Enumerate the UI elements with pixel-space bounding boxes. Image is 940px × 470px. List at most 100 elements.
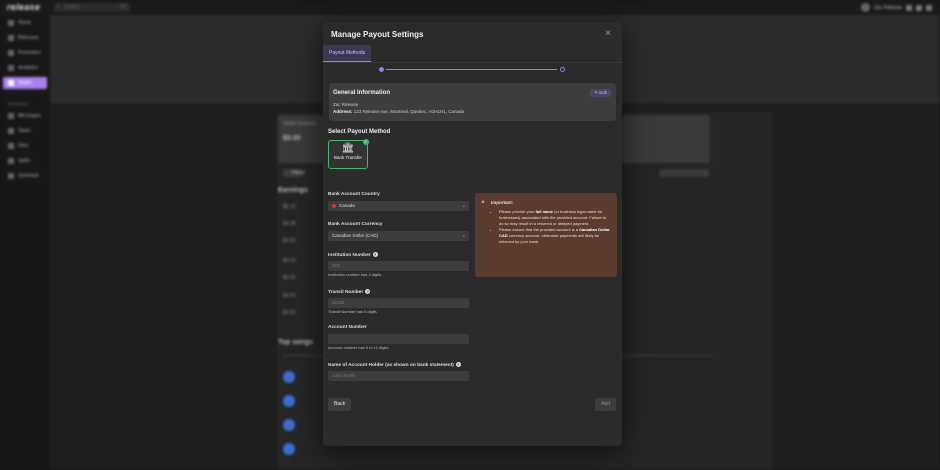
search-placeholder: Search	[64, 4, 80, 10]
sidebar-item-tasks[interactable]: Tasks	[3, 125, 47, 137]
sidebar-item-files[interactable]: Files	[3, 140, 47, 152]
bank-country-select[interactable]: Canada ⌄	[328, 201, 469, 211]
chevron-down-icon: ⌄	[461, 233, 466, 239]
folder-icon	[8, 143, 14, 149]
sidebar-item-releases[interactable]: Releases	[3, 32, 47, 44]
search-input[interactable]: ⌕ Search ⌘K	[54, 3, 130, 12]
transit-number-label: Transit Number?	[328, 289, 371, 295]
notice-text: Please ensure that the provided account …	[499, 227, 580, 232]
list-item[interactable]	[283, 370, 323, 384]
balance-label: Wallet Balance	[283, 121, 317, 127]
account-holder-input[interactable]	[328, 371, 469, 381]
song-cover	[283, 419, 295, 431]
settings-icon[interactable]	[926, 4, 932, 11]
bell-icon[interactable]	[906, 4, 912, 11]
bank-transfer-option[interactable]: 🏛 Bank Transfer ✓	[328, 139, 369, 169]
payout-settings-modal: Manage Payout Settings × Payout Methods …	[323, 22, 622, 446]
selected-check-icon: ✓	[363, 139, 369, 145]
user-name: Zac Release	[873, 4, 902, 11]
sidebar-item-promotion[interactable]: Promotion	[3, 47, 47, 59]
sidebar-item-label: Wallet	[18, 80, 32, 86]
side-card	[622, 115, 710, 163]
help-icon[interactable]: ?	[455, 362, 461, 367]
bank-country-value: Canada	[339, 203, 355, 208]
institution-number-input[interactable]	[328, 261, 469, 271]
sidebar-item-schedule[interactable]: Schedule	[3, 170, 47, 182]
song-cover	[283, 443, 295, 455]
notice-emphasis: full name	[535, 209, 554, 214]
y-tick: $0.02	[283, 275, 296, 281]
check-icon	[8, 128, 14, 134]
transit-number-input[interactable]	[328, 298, 469, 308]
institution-number-hint: Institution number has 3 digits	[328, 272, 382, 277]
app-logo: release	[7, 2, 41, 12]
add-button[interactable]: Add	[595, 398, 616, 411]
account-number-input[interactable]	[328, 334, 469, 344]
song-cover	[283, 395, 295, 407]
megaphone-icon	[8, 50, 14, 56]
y-tick: $0.04	[283, 258, 296, 264]
y-tick: $0.10	[283, 204, 296, 210]
sidebar-item-label: Analytics	[18, 65, 39, 71]
y-tick: $0.00	[283, 293, 296, 299]
sidebar-item-label: Schedule	[18, 173, 39, 179]
search-shortcut: ⌘K	[119, 4, 128, 10]
institution-number-label: Institution Number?	[328, 252, 378, 258]
filter-button[interactable]: Filters	[283, 169, 305, 177]
sidebar-item-home[interactable]: Home	[3, 17, 47, 29]
tab-payout-methods[interactable]: Payout Methods	[323, 45, 372, 62]
app-root: release ⌕ Search ⌘K Zac Release Home Rel…	[0, 0, 940, 470]
avatar	[860, 3, 870, 12]
back-button[interactable]: Back	[328, 398, 352, 411]
help-icon[interactable]	[916, 4, 922, 11]
sidebar-section-heading: Workspace	[8, 101, 28, 106]
account-number-label: Account Number	[328, 325, 367, 330]
address-label: Address:	[333, 109, 353, 114]
user-menu[interactable]: Zac Release	[860, 3, 932, 12]
bank-currency-select[interactable]: Canadian Dollar (CAD) ⌄	[328, 231, 469, 241]
y-tick: $0.00	[283, 310, 296, 316]
search-icon: ⌕	[57, 4, 61, 10]
account-name: Zac Release	[333, 102, 359, 107]
list-item: Please provide your full name (or busine…	[499, 209, 611, 227]
earnings-title: Earnings	[278, 187, 308, 194]
split-icon	[8, 158, 14, 164]
bank-country-label: Bank Account Country	[328, 192, 380, 197]
disc-icon	[8, 35, 14, 41]
bank-icon: 🏛	[341, 143, 355, 154]
sidebar-item-label: Splits	[18, 158, 31, 164]
address-line: Address: 123 Release Ave, Montreal, Queb…	[333, 109, 464, 114]
tab-divider	[323, 62, 622, 63]
list-item[interactable]	[283, 418, 323, 432]
close-icon[interactable]: ×	[605, 28, 611, 39]
bank-currency-value: Canadian Dollar (CAD)	[332, 233, 379, 238]
sidebar-item-splits[interactable]: Splits	[3, 155, 47, 167]
account-holder-label-text: Name of Account Holder (as shown on bank…	[328, 362, 454, 368]
help-icon[interactable]: ?	[365, 289, 371, 294]
balance-value: $0.00	[283, 135, 301, 142]
sidebar-item-analytics[interactable]: Analytics	[3, 62, 47, 74]
transit-number-hint: Transit Number has 5 digits	[328, 309, 377, 314]
export-button[interactable]	[659, 169, 709, 177]
y-tick: $0.06	[283, 238, 296, 244]
sidebar-item-label: Releases	[18, 35, 39, 41]
general-information-card: General Information ✎ Edit Zac Release A…	[329, 83, 616, 121]
modal-title: Manage Payout Settings	[331, 30, 424, 39]
sidebar-item-messages[interactable]: Messages	[3, 110, 47, 122]
calendar-icon	[8, 173, 14, 179]
notice-text: currency account, otherwise payments wil…	[499, 233, 600, 244]
bank-transfer-label: Bank Transfer	[333, 155, 362, 160]
edit-button[interactable]: ✎ Edit	[590, 89, 611, 97]
list-item: Please ensure that the provided account …	[499, 227, 611, 245]
sidebar-item-label: Home	[18, 20, 32, 26]
sidebar-item-wallet[interactable]: Wallet	[3, 77, 47, 89]
help-icon[interactable]: ?	[372, 252, 378, 257]
message-icon	[8, 113, 14, 119]
warning-icon: ▲	[480, 199, 486, 205]
list-item[interactable]	[283, 442, 323, 456]
filter-label: Filters	[291, 170, 305, 176]
top-bar: release ⌕ Search ⌘K Zac Release	[0, 0, 940, 15]
sidebar-item-label: Tasks	[18, 128, 31, 134]
important-heading: Important:	[491, 200, 514, 205]
list-item[interactable]	[283, 394, 323, 408]
